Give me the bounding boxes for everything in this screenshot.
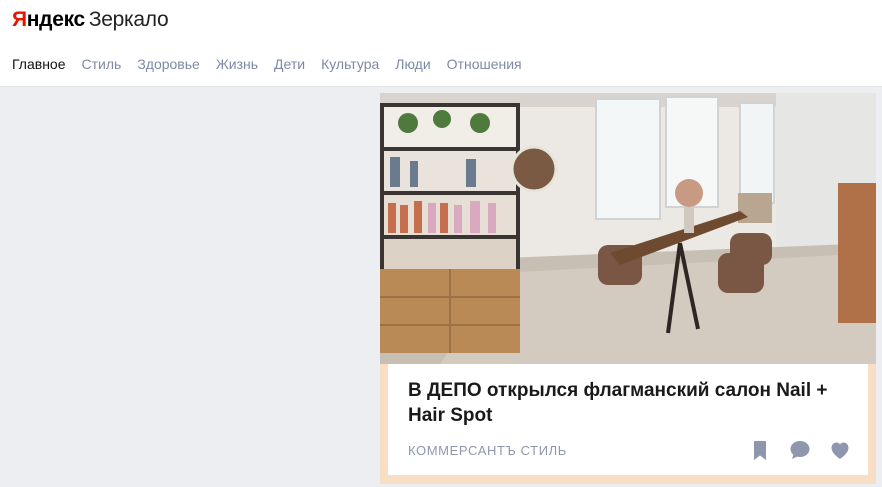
header: Яндекс Зеркало Главное Стиль Здоровье Жиз… xyxy=(0,0,882,87)
article-card-body: В ДЕПО открылся флагманский салон Nail +… xyxy=(388,364,868,475)
nav-item-relationships[interactable]: Отношения xyxy=(447,54,522,74)
logo-brand: ндекс xyxy=(26,8,85,31)
logo-letter: Я xyxy=(12,8,27,31)
salon-interior-illustration xyxy=(380,93,876,364)
yandex-zerkalo-logo[interactable]: Яндекс Зеркало xyxy=(12,7,169,33)
feed-area: В ДЕПО открылся флагманский салон Nail +… xyxy=(0,87,882,487)
article-title[interactable]: В ДЕПО открылся флагманский салон Nail +… xyxy=(408,378,858,428)
article-photo[interactable] xyxy=(380,93,876,364)
nav-item-culture[interactable]: Культура xyxy=(321,54,379,74)
nav-item-health[interactable]: Здоровье xyxy=(137,54,200,74)
article-actions xyxy=(732,438,852,462)
article-card[interactable]: В ДЕПО открылся флагманский салон Nail +… xyxy=(380,93,876,484)
nav-item-people[interactable]: Люди xyxy=(395,54,430,74)
logo-service-name: Зеркало xyxy=(88,8,169,31)
comment-icon[interactable] xyxy=(788,438,812,462)
top-nav: Главное Стиль Здоровье Жизнь Дети Культу… xyxy=(12,54,538,74)
heart-icon[interactable] xyxy=(828,438,852,462)
nav-item-life[interactable]: Жизнь xyxy=(216,54,258,74)
nav-item-style[interactable]: Стиль xyxy=(82,54,122,74)
nav-item-kids[interactable]: Дети xyxy=(274,54,305,74)
nav-item-main[interactable]: Главное xyxy=(12,54,66,74)
bookmark-icon[interactable] xyxy=(748,438,772,462)
article-source[interactable]: КОММЕРСАНТЪ СТИЛЬ xyxy=(408,443,567,459)
